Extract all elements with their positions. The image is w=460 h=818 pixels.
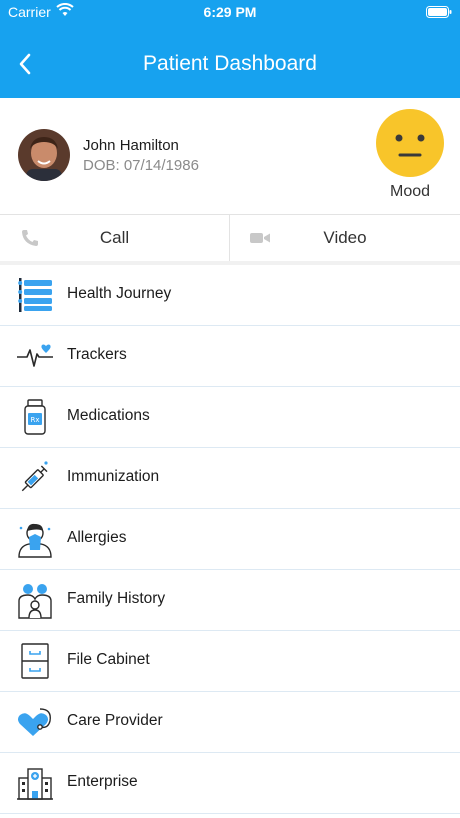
mood-button[interactable]: Mood xyxy=(376,109,444,201)
patient-dob: DOB: 07/14/1986 xyxy=(83,157,199,174)
menu-item-medications[interactable]: Rx Medications xyxy=(0,387,460,448)
menu-label: Family History xyxy=(67,590,166,607)
health-journey-icon xyxy=(18,278,52,312)
menu-item-health-journey[interactable]: Health Journey xyxy=(0,265,460,326)
menu-item-allergies[interactable]: Allergies xyxy=(0,509,460,570)
menu-item-enterprise[interactable]: Enterprise xyxy=(0,753,460,814)
menu-item-family-history[interactable]: Family History xyxy=(0,570,460,631)
neutral-face-icon xyxy=(376,109,444,177)
menu-label: Care Provider xyxy=(67,712,163,729)
page-title: Patient Dashboard xyxy=(143,52,317,75)
dashboard-menu: Health Journey Trackers Rx Medications I… xyxy=(0,265,460,814)
syringe-icon xyxy=(21,461,48,492)
status-bar: Carrier 6:29 PM xyxy=(0,0,460,24)
video-label: Video xyxy=(323,228,367,247)
patient-name: John Hamilton xyxy=(83,137,179,154)
menu-label: Immunization xyxy=(67,468,160,485)
medication-bottle-icon: Rx xyxy=(24,399,46,435)
video-button[interactable]: Video xyxy=(230,215,460,261)
allergy-person-icon xyxy=(18,523,52,558)
menu-item-trackers[interactable]: Trackers xyxy=(0,326,460,387)
menu-label: File Cabinet xyxy=(67,651,150,668)
stethoscope-heart-icon xyxy=(18,708,51,736)
menu-label: Trackers xyxy=(67,346,127,363)
menu-label: Medications xyxy=(67,407,150,424)
avatar[interactable] xyxy=(18,129,70,181)
svg-text:Rx: Rx xyxy=(30,416,39,424)
contact-actions: Call Video xyxy=(0,214,460,262)
app-header: Carrier 6:29 PM Patient Dashboard xyxy=(0,0,460,98)
hospital-building-icon xyxy=(17,768,53,800)
menu-item-file-cabinet[interactable]: File Cabinet xyxy=(0,631,460,692)
family-icon xyxy=(18,584,52,619)
battery-icon xyxy=(426,5,452,21)
patient-profile: John Hamilton DOB: 07/14/1986 Mood xyxy=(0,98,460,214)
file-cabinet-icon xyxy=(21,643,49,679)
status-time: 6:29 PM xyxy=(203,4,257,20)
menu-item-immunization[interactable]: Immunization xyxy=(0,448,460,509)
call-label: Call xyxy=(99,228,130,247)
mood-label: Mood xyxy=(389,183,431,200)
menu-label: Allergies xyxy=(67,529,127,546)
menu-item-care-provider[interactable]: Care Provider xyxy=(0,692,460,753)
menu-label: Health Journey xyxy=(67,285,172,302)
menu-label: Enterprise xyxy=(67,773,138,790)
call-button[interactable]: Call xyxy=(0,215,230,261)
heartbeat-icon xyxy=(17,344,53,367)
